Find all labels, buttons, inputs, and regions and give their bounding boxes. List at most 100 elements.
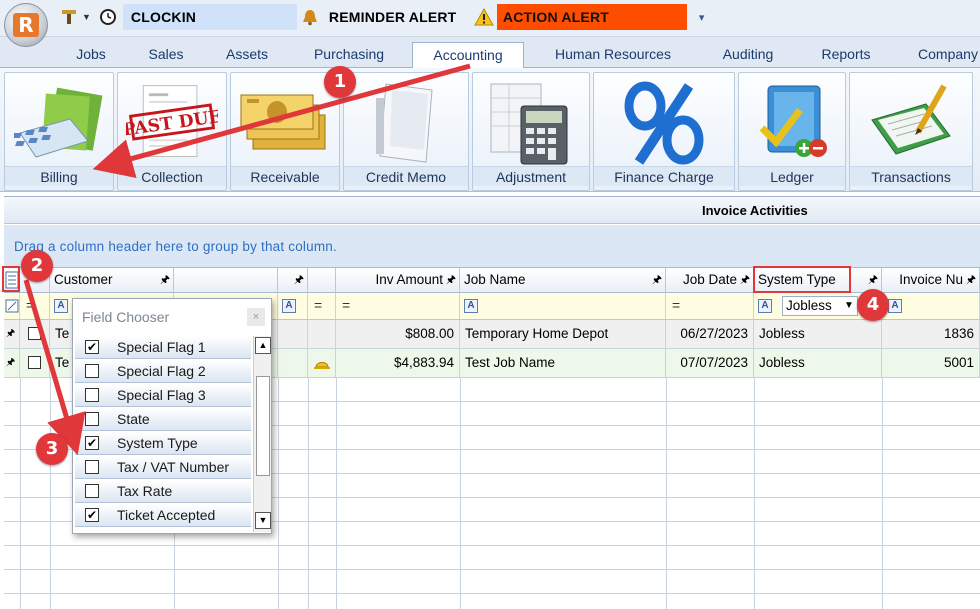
scroll-up-icon[interactable]: ▲	[255, 337, 271, 354]
filter-clear-icon[interactable]	[4, 293, 20, 319]
equals-operator[interactable]: =	[314, 297, 322, 313]
cell-empty[interactable]	[278, 349, 308, 377]
field-item-tax-vat-number[interactable]: Tax / VAT Number	[75, 456, 251, 479]
group-by-panel[interactable]: Drag a column header here to group by th…	[4, 225, 980, 267]
filter-invoice-no[interactable]: A	[882, 293, 980, 319]
field-chooser-title[interactable]: Field Chooser	[73, 299, 271, 335]
field-checkbox[interactable]	[85, 364, 99, 378]
pin-icon[interactable]: 🖈	[966, 268, 976, 292]
adjustment-button[interactable]: Adjustment	[472, 72, 590, 191]
pin-icon[interactable]: 🖈	[652, 268, 662, 292]
cell-helmet[interactable]	[308, 349, 336, 377]
scroll-down-icon[interactable]: ▼	[255, 512, 271, 529]
cell-empty[interactable]	[278, 320, 308, 348]
ledger-button[interactable]: Ledger	[738, 72, 846, 191]
row-pin-icon[interactable]: 🖈	[4, 349, 20, 377]
text-filter-icon[interactable]: A	[54, 299, 68, 313]
pin-icon[interactable]: 🖈	[294, 268, 304, 292]
header-unnamed-3[interactable]	[308, 268, 336, 293]
field-checkbox[interactable]	[85, 412, 99, 426]
field-chooser-scrollbar[interactable]: ▲ ▼	[253, 336, 271, 532]
billing-button[interactable]: Billing	[4, 72, 114, 191]
header-unnamed-1[interactable]	[174, 268, 278, 293]
filter-job-name[interactable]: A	[460, 293, 666, 319]
transactions-icon	[858, 79, 964, 167]
cell-job-name[interactable]: Temporary Home Depot	[460, 320, 666, 348]
qat-more-icon[interactable]: ▾	[699, 11, 705, 24]
receivable-button[interactable]: Receivable	[230, 72, 340, 191]
pin-icon[interactable]: 🖈	[446, 268, 456, 292]
field-checkbox[interactable]	[85, 460, 99, 474]
text-filter-icon[interactable]: A	[464, 299, 478, 313]
header-job-date[interactable]: Job Date 🖈	[666, 268, 754, 293]
tab-auditing[interactable]: Auditing	[706, 42, 790, 68]
tab-accounting[interactable]: Accounting	[412, 42, 524, 69]
field-checkbox[interactable]	[85, 484, 99, 498]
cell-job-date[interactable]: 07/07/2023	[666, 349, 754, 377]
transactions-button[interactable]: Transactions	[849, 72, 973, 191]
field-item-special-flag-2[interactable]: Special Flag 2	[75, 360, 251, 383]
field-item-tax-rate[interactable]: Tax Rate	[75, 480, 251, 503]
clockin-button[interactable]: CLOCKIN	[122, 4, 297, 30]
empty-row	[4, 570, 980, 594]
cell-system-type[interactable]: Jobless	[754, 349, 882, 377]
field-checkbox[interactable]: ✔	[85, 436, 99, 450]
header-job-name[interactable]: Job Name 🖈	[460, 268, 666, 293]
row-checkbox[interactable]	[20, 320, 50, 348]
cell-job-name[interactable]: Test Job Name	[460, 349, 666, 377]
tab-assets[interactable]: Assets	[218, 42, 276, 68]
tab-jobs[interactable]: Jobs	[62, 42, 120, 68]
filter-unnamed-3[interactable]: =	[308, 293, 336, 319]
equals-operator[interactable]: =	[26, 297, 34, 313]
field-item-ticket-accepted[interactable]: ✔ Ticket Accepted	[75, 504, 251, 527]
collection-button[interactable]: PAST DUE Collection	[117, 72, 227, 191]
grid-line	[460, 378, 461, 609]
cell-invoice-no[interactable]: 1836	[882, 320, 980, 348]
field-checkbox[interactable]: ✔	[85, 340, 99, 354]
tab-purchasing[interactable]: Purchasing	[300, 42, 398, 68]
cell-system-type[interactable]: Jobless	[754, 320, 882, 348]
close-icon[interactable]: ×	[247, 308, 265, 326]
equals-operator[interactable]: =	[342, 297, 350, 313]
cell-invoice-no[interactable]: 5001	[882, 349, 980, 377]
tab-human-resources[interactable]: Human Resources	[542, 42, 684, 68]
cell-inv-amount[interactable]: $4,883.94	[336, 349, 460, 377]
pin-icon[interactable]: 🖈	[160, 268, 170, 292]
row-pin-icon[interactable]: 🖈	[4, 320, 20, 348]
qat-dropdown-icon[interactable]: ▼	[82, 12, 91, 22]
reminder-alert-button[interactable]: REMINDER ALERT	[322, 4, 471, 30]
header-unnamed-2[interactable]: 🖈	[278, 268, 308, 293]
action-alert-button[interactable]: ACTION ALERT	[496, 4, 687, 30]
cell-job-date[interactable]: 06/27/2023	[666, 320, 754, 348]
field-checkbox[interactable]: ✔	[85, 508, 99, 522]
field-checkbox[interactable]	[85, 388, 99, 402]
text-filter-icon[interactable]: A	[758, 299, 772, 313]
text-filter-icon[interactable]: A	[282, 299, 296, 313]
pin-icon[interactable]: 🖈	[740, 268, 750, 292]
header-invoice-no[interactable]: Invoice Nu 🖈	[882, 268, 980, 293]
cell-inv-amount[interactable]: $808.00	[336, 320, 460, 348]
app-logo[interactable]: R	[4, 3, 48, 47]
equals-operator[interactable]: =	[672, 297, 680, 313]
filter-unnamed-2[interactable]: A	[278, 293, 308, 319]
header-customer[interactable]: Customer 🖈	[50, 268, 174, 293]
filter-job-date[interactable]: =	[666, 293, 754, 319]
tab-reports[interactable]: Reports	[808, 42, 884, 68]
cell-empty[interactable]	[308, 320, 336, 348]
tab-sales[interactable]: Sales	[138, 42, 194, 68]
field-item-special-flag-3[interactable]: Special Flag 3	[75, 384, 251, 407]
customize-tool-icon[interactable]	[58, 6, 80, 28]
field-item-state[interactable]: State	[75, 408, 251, 431]
credit-memo-button[interactable]: Credit Memo	[343, 72, 469, 191]
filter-checkbox-col[interactable]: =	[20, 293, 50, 319]
filter-inv-amount[interactable]: =	[336, 293, 460, 319]
field-item-special-flag-1[interactable]: ✔ Special Flag 1	[75, 336, 251, 359]
finance-charge-button[interactable]: Finance Charge	[593, 72, 735, 191]
header-inv-amount[interactable]: Inv Amount 🖈	[336, 268, 460, 293]
field-item-system-type[interactable]: ✔ System Type	[75, 432, 251, 455]
scroll-thumb[interactable]	[256, 376, 270, 476]
filter-dropdown-icon[interactable]: ▼	[840, 297, 858, 315]
text-filter-icon[interactable]: A	[888, 299, 902, 313]
row-checkbox[interactable]	[20, 349, 50, 377]
tab-company[interactable]: Company	[908, 42, 980, 68]
